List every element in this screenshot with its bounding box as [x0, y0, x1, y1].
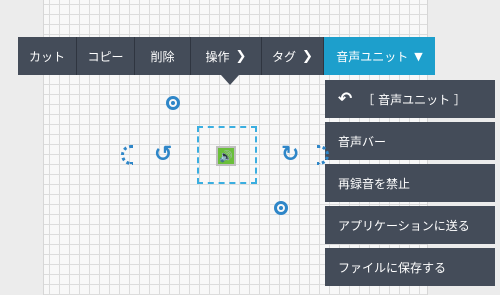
delete-button[interactable]: 削除 [135, 37, 191, 75]
menu-item-label: アプリケーションに送る [338, 218, 470, 233]
cut-label: カット [28, 49, 65, 64]
delete-label: 削除 [150, 49, 175, 64]
menu-item-send-to-app[interactable]: アプリケーションに送る [325, 206, 495, 244]
audio-unit-button[interactable]: 音声ユニット ▼ [324, 37, 435, 75]
chevron-right-icon: ❯ [302, 48, 313, 64]
audio-unit-menu: ↶ ［ 音声ユニット ］ 音声バー 再録音を禁止 アプリケーションに送る ファイ… [325, 80, 495, 286]
anchor-point-icon[interactable] [166, 96, 180, 110]
copy-button[interactable]: コピー [77, 37, 135, 75]
menu-item-save-to-file[interactable]: ファイルに保存する [325, 248, 495, 286]
chevron-down-icon: ▼ [414, 49, 423, 63]
copy-label: コピー [87, 49, 124, 64]
menu-item-audio-bar[interactable]: 音声バー [325, 122, 495, 160]
tag-label: タグ [272, 49, 297, 64]
menu-item-disable-rerecord[interactable]: 再録音を禁止 [325, 164, 495, 202]
context-toolbar: カット コピー 削除 操作 ❯ タグ ❯ 音声ユニット ▼ [18, 37, 435, 75]
operation-label: 操作 [205, 49, 230, 64]
menu-item-label: ファイルに保存する [338, 260, 447, 275]
chevron-right-icon: ❯ [235, 48, 247, 64]
rotate-left-icon[interactable]: ↺ [154, 144, 172, 166]
menu-back-label: ［ 音声ユニット ］ [362, 92, 466, 107]
audio-unit-label: 音声ユニット [336, 49, 409, 64]
rotate-right-icon[interactable]: ↻ [281, 144, 299, 166]
menu-item-label: 音声バー [338, 134, 387, 149]
cut-button[interactable]: カット [18, 37, 77, 75]
menu-item-label: 再録音を禁止 [338, 176, 411, 191]
audio-speaker-icon[interactable]: 🔊 [216, 146, 236, 166]
back-arrow-icon: ↶ [338, 88, 353, 109]
tag-button[interactable]: タグ ❯ [262, 37, 324, 75]
menu-back-button[interactable]: ↶ ［ 音声ユニット ］ [325, 80, 495, 118]
operation-button[interactable]: 操作 ❯ [191, 37, 262, 75]
toolbar-pointer [221, 75, 239, 85]
anchor-point-icon[interactable] [274, 201, 288, 215]
